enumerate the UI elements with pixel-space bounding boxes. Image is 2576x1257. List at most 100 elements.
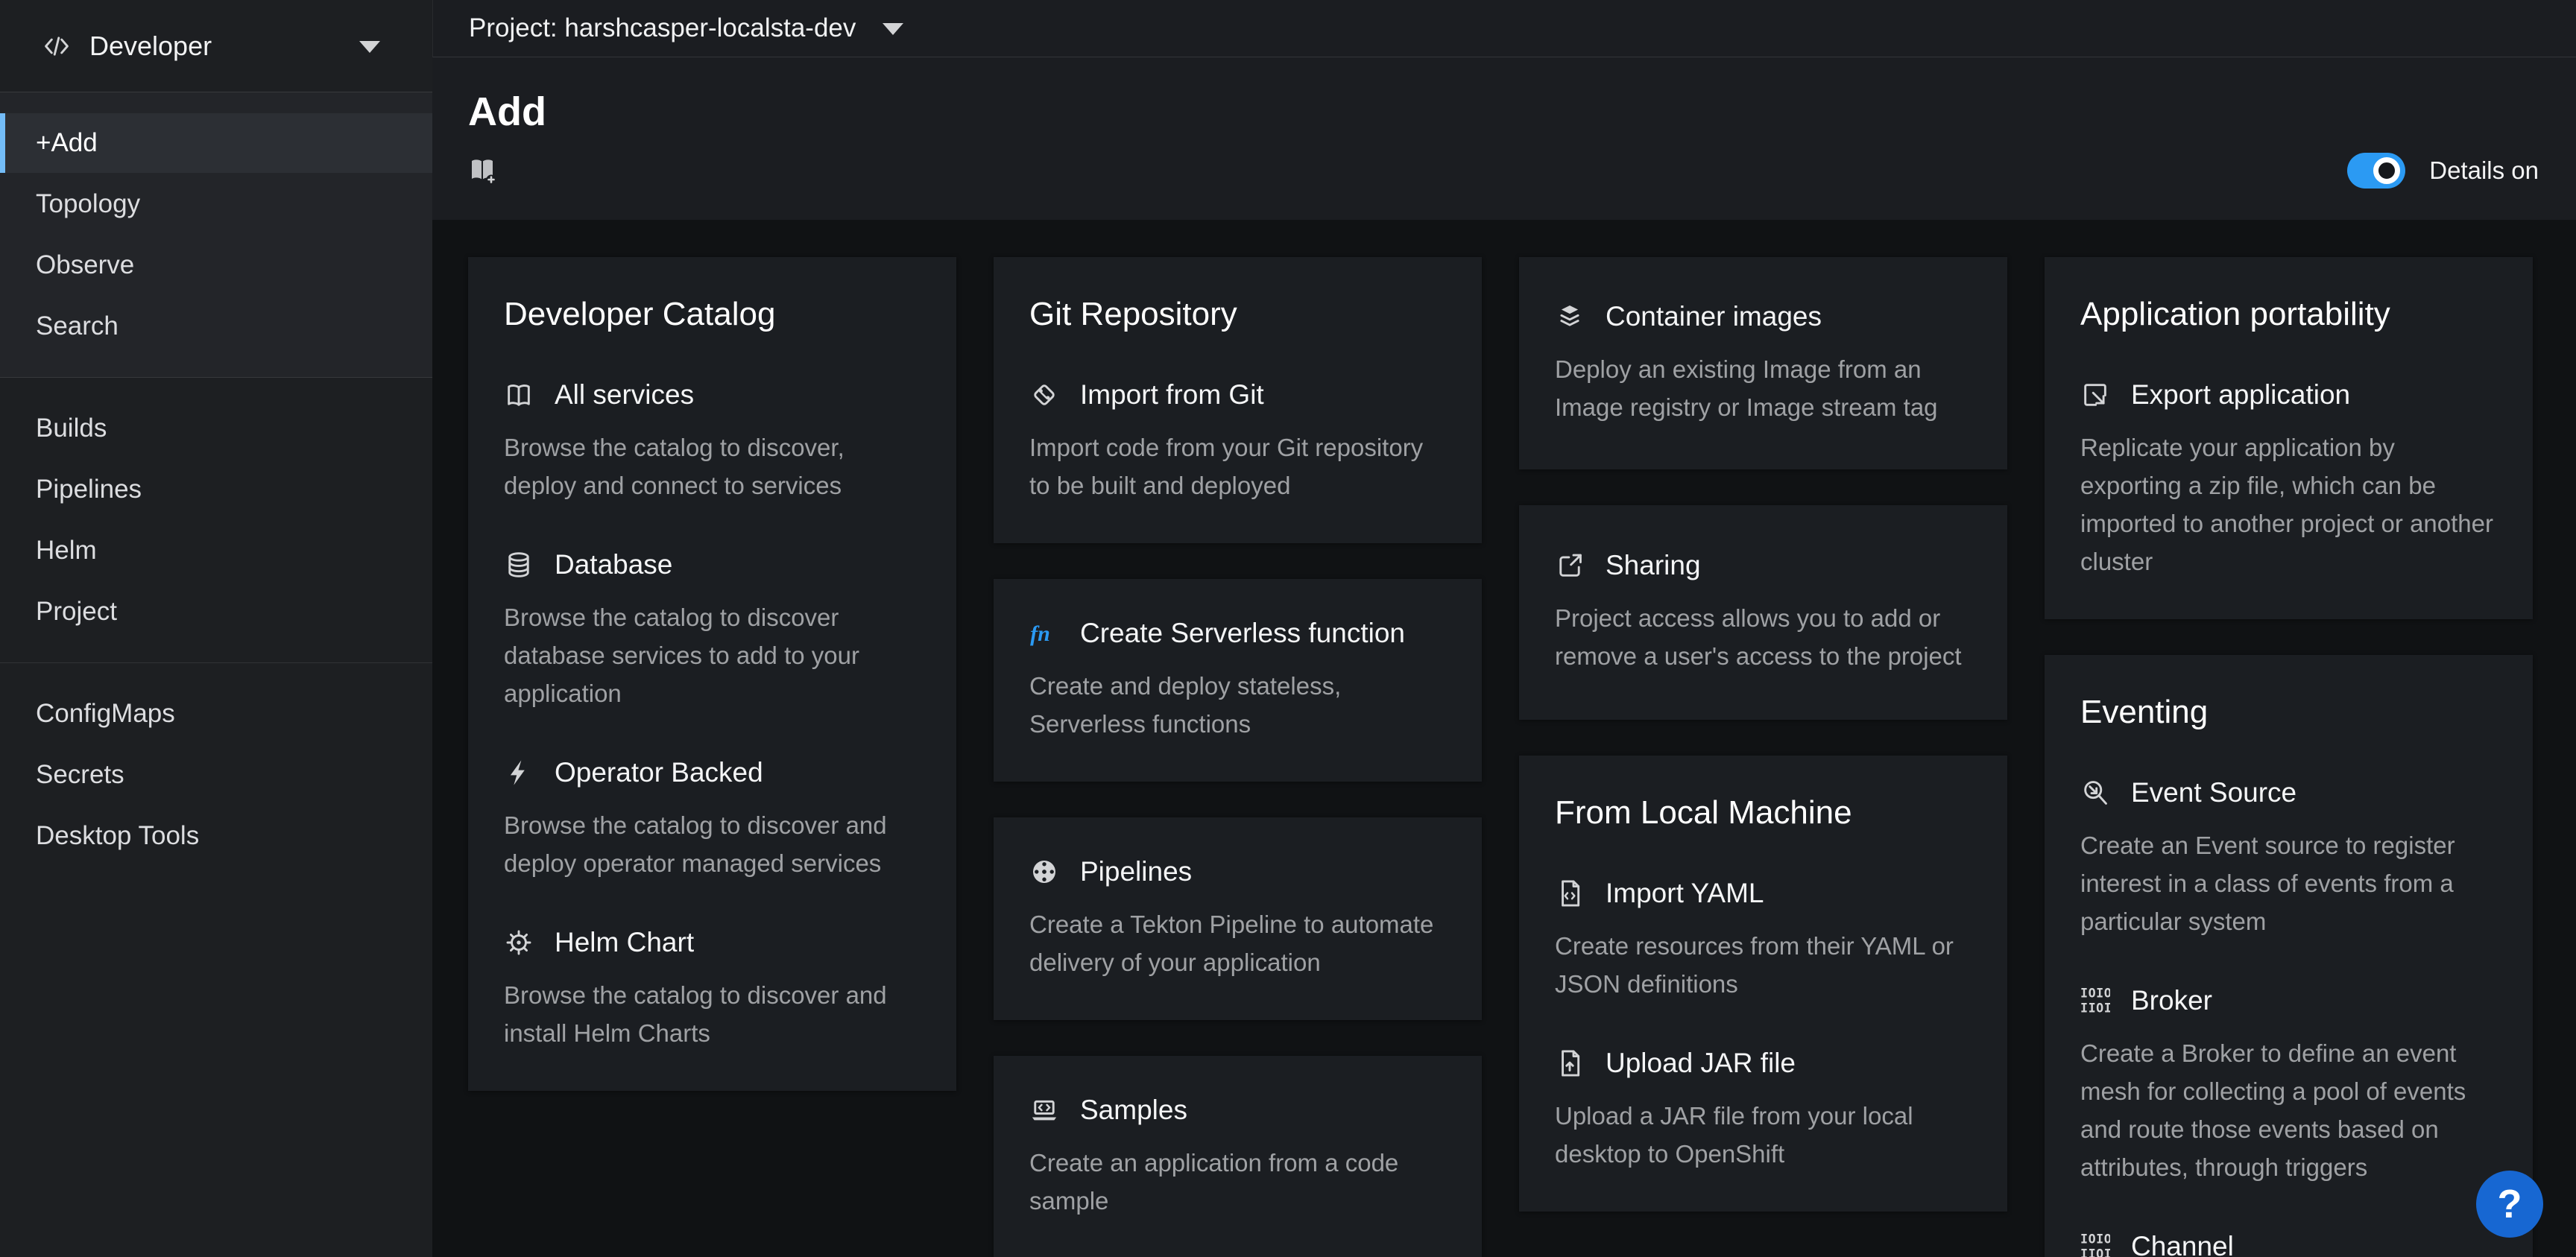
details-toggle[interactable] [2347, 153, 2405, 189]
add-item-label: Create Serverless function [1080, 618, 1405, 649]
pipelines-card: PipelinesCreate a Tekton Pipeline to aut… [994, 817, 1482, 1020]
sidebar-nav-group: ConfigMapsSecretsDesktop Tools [0, 663, 432, 887]
add-item-label: Import YAML [1606, 878, 1764, 909]
sidebar-item-topology[interactable]: Topology [0, 174, 432, 234]
add-item-label: Database [555, 549, 672, 580]
details-toggle-knob [2373, 157, 2400, 184]
help-button[interactable]: ? [2476, 1171, 2543, 1238]
sidebar-item-pipelines[interactable]: Pipelines [0, 460, 432, 519]
add-item-upload-jar-file: Upload JAR file Upload a JAR file from yo… [1555, 1048, 1972, 1173]
add-item-description: Upload a JAR file from your local deskto… [1555, 1097, 1972, 1173]
sidebar-item-add[interactable]: +Add [0, 113, 432, 173]
add-item-label: Channel [2131, 1231, 2234, 1257]
card-title: Developer Catalog [504, 296, 921, 333]
file-upload-icon [1555, 1048, 1585, 1078]
application-portability-card: Application portabilityExport applicatio… [2045, 257, 2533, 619]
card-column: Developer Catalog All services Browse the … [468, 257, 956, 1091]
app-root: Developer +AddTopologyObserveSearchBuild… [0, 0, 2576, 1257]
eventing-card: Eventing Event Source Create an Event sour… [2045, 655, 2533, 1257]
add-item-description: Browse the catalog to discover database … [504, 598, 921, 712]
add-item-database: Database Browse the catalog to discover d… [504, 549, 921, 712]
add-item-export-application: Export application Replicate your applica… [2080, 379, 2497, 580]
add-item-description: Browse the catalog to discover, deploy a… [504, 428, 921, 504]
add-item-link-container-images[interactable]: Container images [1555, 301, 1972, 332]
add-item-samples: SamplesCreate an application from a code… [1029, 1095, 1446, 1220]
add-item-link-sharing[interactable]: Sharing [1555, 550, 1972, 581]
add-item-label: Sharing [1606, 550, 1701, 581]
card-items: Sharing Project access allows you to add … [1555, 550, 1972, 675]
sidebar-item-desktop-tools[interactable]: Desktop Tools [0, 806, 432, 866]
add-item-link-database[interactable]: Database [504, 549, 921, 580]
card-items: All services Browse the catalog to discov… [504, 379, 921, 1052]
add-item-link-import-yaml[interactable]: Import YAML [1555, 878, 1972, 909]
sidebar-nav-group: BuildsPipelinesHelmProject [0, 378, 432, 663]
add-item-description: Create an Event source to register inter… [2080, 826, 2497, 940]
add-item-link-samples[interactable]: Samples [1029, 1095, 1446, 1126]
add-item-link-channel[interactable]: IOIOIIOII Channel [2080, 1231, 2497, 1257]
serverless-fn-icon: fn [1029, 618, 1059, 648]
git-repository-card: Git Repository Import from GitImport code… [994, 257, 1482, 543]
add-item-link-pipelines[interactable]: Pipelines [1029, 856, 1446, 887]
card-title: Git Repository [1029, 296, 1446, 333]
add-item-description: Create resources from their YAML or JSON… [1555, 927, 1972, 1003]
card-title: Eventing [2080, 694, 2497, 731]
card-items: Import YAML Create resources from their Y… [1555, 878, 1972, 1173]
add-item-link-import-from-git[interactable]: Import from Git [1029, 379, 1446, 411]
share-icon [1555, 551, 1585, 580]
add-item-label: Pipelines [1080, 856, 1192, 887]
project-selector[interactable]: Project: harshcasper-localsta-dev [469, 13, 908, 43]
add-item-label: Broker [2131, 985, 2212, 1016]
sidebar-item-search[interactable]: Search [0, 297, 432, 356]
add-page-content: Developer Catalog All services Browse the … [432, 220, 2576, 1257]
add-item-operator-backed: Operator BackedBrowse the catalog to dis… [504, 757, 921, 882]
sidebar-nav-group: +AddTopologyObserveSearch [0, 92, 432, 378]
card-column: Application portabilityExport applicatio… [2045, 257, 2533, 1257]
from-local-machine-card: From Local Machine Import YAML Create reso… [1519, 756, 2007, 1212]
samples-icon [1029, 1095, 1059, 1125]
svg-text:IIOII: IIOII [2080, 1247, 2110, 1257]
channel-icon: IOIOIIOII [2080, 1232, 2110, 1257]
export-icon [2080, 380, 2110, 410]
add-item-link-broker[interactable]: IOIOIIOII Broker [2080, 985, 2497, 1016]
add-item-description: Create and deploy stateless, Serverless … [1029, 667, 1446, 743]
sidebar-item-builds[interactable]: Builds [0, 399, 432, 458]
broker-icon: IOIOIIOII [2080, 986, 2110, 1016]
file-code-icon [1555, 878, 1585, 908]
add-item-label: Samples [1080, 1095, 1187, 1126]
add-item-broker: IOIOIIOIIBrokerCreate a Broker to define… [2080, 985, 2497, 1186]
add-item-channel: IOIOIIOIIChannelCreate a Knative Channel… [2080, 1231, 2497, 1257]
sidebar-item-configmaps[interactable]: ConfigMaps [0, 684, 432, 744]
catalog-book-plus-icon[interactable] [468, 156, 498, 186]
main-area: Project: harshcasper-localsta-dev Add [432, 0, 2576, 1257]
add-item-link-create-serverless-function[interactable]: fn Create Serverless function [1029, 618, 1446, 649]
add-item-link-all-services[interactable]: All services [504, 379, 921, 411]
card-column: Git Repository Import from GitImport code… [994, 257, 1482, 1257]
add-item-link-upload-jar-file[interactable]: Upload JAR file [1555, 1048, 1972, 1079]
sidebar: Developer +AddTopologyObserveSearchBuild… [0, 0, 432, 1257]
card-items: Event Source Create an Event source to re… [2080, 777, 2497, 1257]
page-header: Add Details on [432, 57, 2576, 220]
card-items: Export application Replicate your applica… [2080, 379, 2497, 580]
sidebar-item-secrets[interactable]: Secrets [0, 745, 432, 805]
sidebar-item-helm[interactable]: Helm [0, 521, 432, 580]
container-images-card: Container imagesDeploy an existing Image… [1519, 257, 2007, 469]
details-toggle-group: Details on [2347, 153, 2539, 189]
sidebar-item-observe[interactable]: Observe [0, 235, 432, 295]
event-source-icon [2080, 778, 2110, 808]
add-item-link-helm-chart[interactable]: Helm Chart [504, 927, 921, 958]
add-item-label: Event Source [2131, 777, 2296, 808]
add-item-description: Replicate your application by exporting … [2080, 428, 2497, 580]
card-items: PipelinesCreate a Tekton Pipeline to aut… [1029, 856, 1446, 981]
sidebar-item-project[interactable]: Project [0, 582, 432, 642]
add-item-link-operator-backed[interactable]: Operator Backed [504, 757, 921, 788]
card-title: From Local Machine [1555, 794, 1972, 832]
add-item-description: Project access allows you to add or remo… [1555, 599, 1972, 675]
perspective-switcher[interactable]: Developer [0, 0, 432, 92]
add-item-link-export-application[interactable]: Export application [2080, 379, 2497, 411]
chevron-down-icon [355, 31, 385, 61]
add-item-link-event-source[interactable]: Event Source [2080, 777, 2497, 808]
add-item-import-from-git: Import from GitImport code from your Git… [1029, 379, 1446, 504]
card-items: SamplesCreate an application from a code… [1029, 1095, 1446, 1220]
card-items: Import from GitImport code from your Git… [1029, 379, 1446, 504]
svg-text:fn: fn [1030, 621, 1050, 646]
